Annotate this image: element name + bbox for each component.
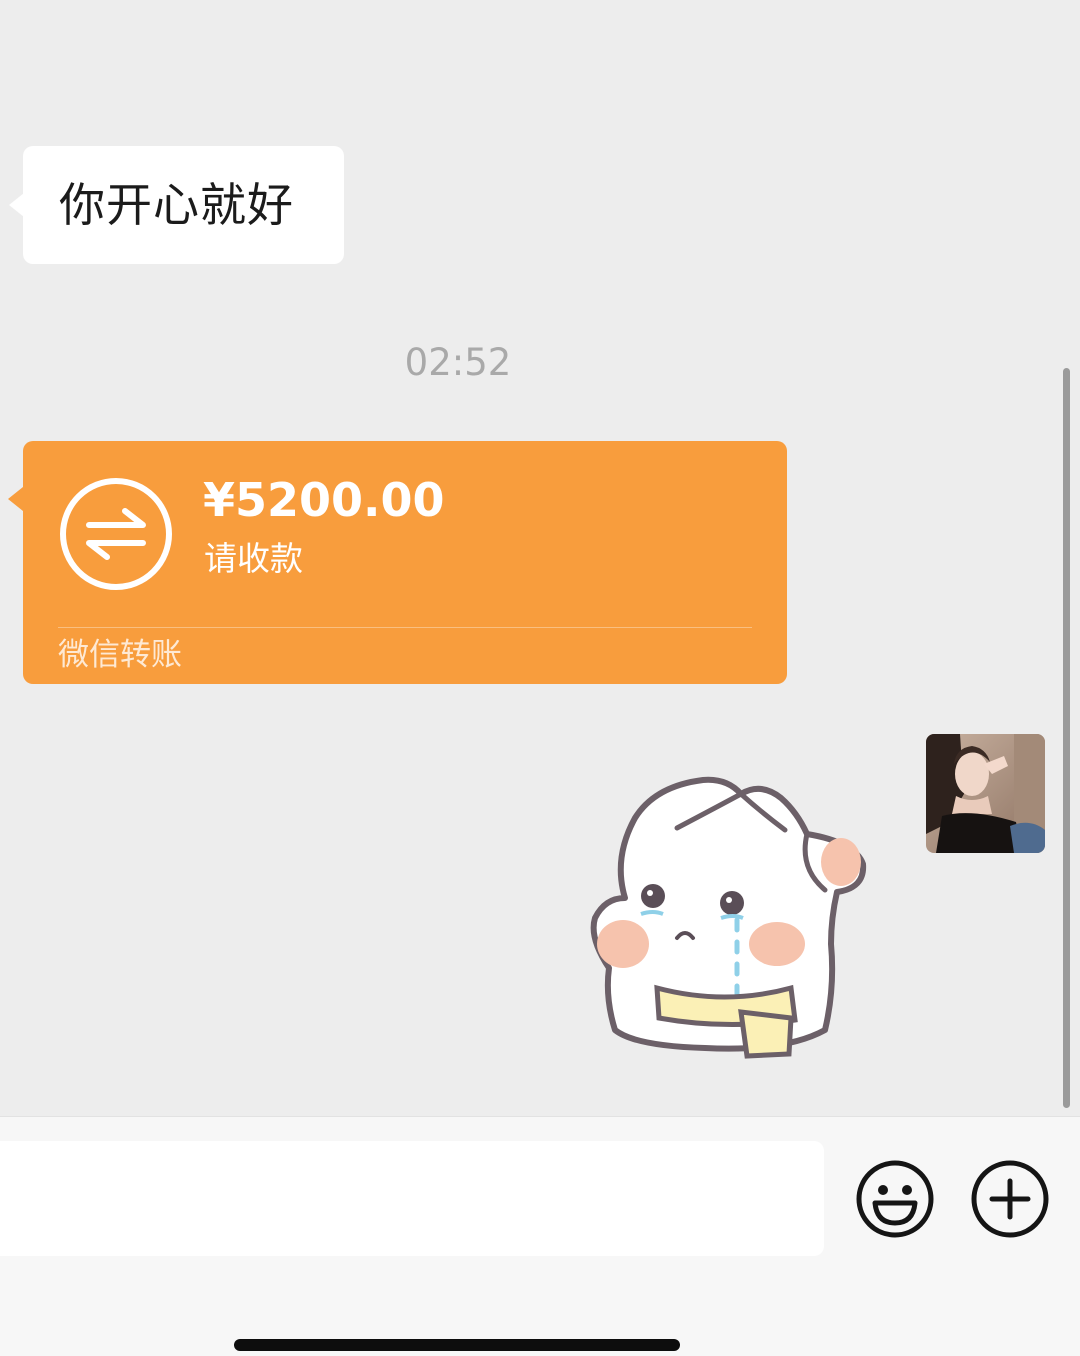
transfer-arrows-icon <box>60 478 172 590</box>
transfer-source-label: 微信转账 <box>58 637 182 673</box>
plus-icon[interactable] <box>970 1159 1050 1239</box>
avatar[interactable] <box>926 734 1045 853</box>
transfer-amount: ¥5200.00 <box>203 473 445 527</box>
home-indicator[interactable] <box>234 1339 680 1351</box>
transfer-message-card[interactable]: ¥5200.00 请收款 微信转账 <box>8 441 787 684</box>
chat-area: 你开心就好 02:52 ¥5200.00 请收款 微信转账 <box>0 0 1080 1116</box>
avatar-image <box>926 734 1045 853</box>
transfer-divider <box>58 627 752 628</box>
emoji-icon[interactable] <box>855 1159 935 1239</box>
crying-bunny-sticker[interactable] <box>585 768 875 1068</box>
message-input[interactable] <box>0 1141 824 1256</box>
text-message-content: 你开心就好 <box>59 178 294 232</box>
message-timestamp: 02:52 <box>404 341 512 384</box>
input-bar <box>0 1116 1080 1356</box>
transfer-status: 请收款 <box>204 539 303 578</box>
text-message-bubble[interactable]: 你开心就好 <box>9 146 344 264</box>
chat-scrollbar[interactable] <box>1063 368 1070 1108</box>
